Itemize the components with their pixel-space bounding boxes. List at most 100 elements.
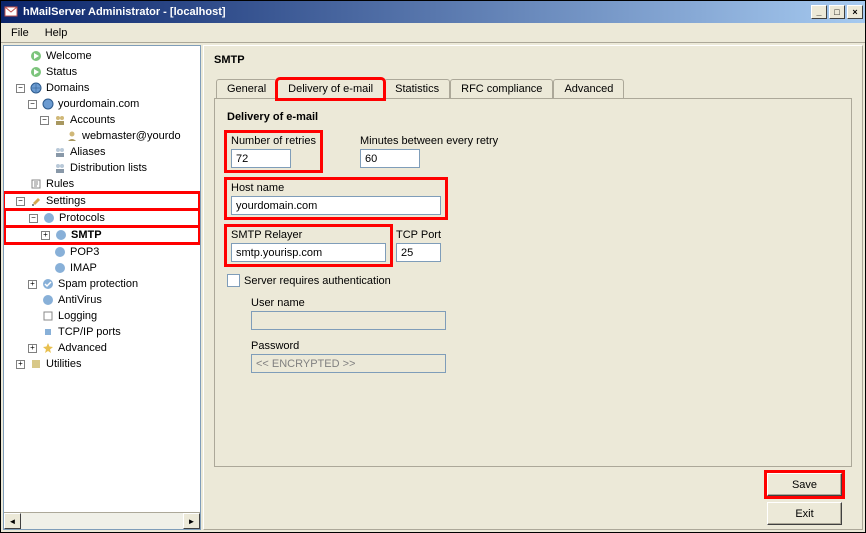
hostname-label: Host name xyxy=(231,182,441,194)
relayer-input[interactable] xyxy=(231,243,386,262)
tree-imap[interactable]: IMAP xyxy=(4,260,200,276)
hostname-input[interactable] xyxy=(231,196,441,215)
network-icon xyxy=(40,324,56,340)
expand-icon[interactable]: + xyxy=(41,231,50,240)
tree-yourdomain[interactable]: − yourdomain.com xyxy=(4,96,200,112)
utilities-icon xyxy=(28,356,44,372)
relayer-label: SMTP Relayer xyxy=(231,229,386,241)
username-input xyxy=(251,311,446,330)
tree-settings[interactable]: − Settings xyxy=(4,193,199,209)
auth-checkbox-row: Server requires authentication xyxy=(227,274,839,287)
spam-icon xyxy=(40,276,56,292)
tree-domains[interactable]: − Domains xyxy=(4,80,200,96)
tree-status[interactable]: Status xyxy=(4,64,200,80)
imap-icon xyxy=(52,260,68,276)
user-icon xyxy=(64,128,80,144)
close-button[interactable]: × xyxy=(847,5,863,19)
window-title: hMailServer Administrator - [localhost] xyxy=(23,6,811,18)
password-input xyxy=(251,354,446,373)
auth-checkbox[interactable] xyxy=(227,274,240,287)
menubar: File Help xyxy=(1,23,865,43)
tree-antivirus[interactable]: AntiVirus xyxy=(4,292,200,308)
retries-input[interactable] xyxy=(231,149,291,168)
logging-icon xyxy=(40,308,56,324)
menu-file[interactable]: File xyxy=(3,25,37,41)
status-icon xyxy=(28,64,44,80)
relayer-group: SMTP Relayer xyxy=(227,227,390,264)
arrow-right-icon xyxy=(28,48,44,64)
globe-icon xyxy=(40,96,56,112)
app-icon xyxy=(3,4,19,20)
alias-icon xyxy=(52,144,68,160)
expand-icon[interactable]: + xyxy=(28,344,37,353)
titlebar: hMailServer Administrator - [localhost] … xyxy=(1,1,865,23)
tcpport-input[interactable] xyxy=(396,243,441,262)
users-icon xyxy=(52,112,68,128)
content-area: Welcome Status − Domains − xyxy=(1,43,865,532)
protocol-icon xyxy=(41,210,57,226)
auth-label: Server requires authentication xyxy=(244,275,391,287)
retries-label: Number of retries xyxy=(231,135,316,147)
buttons-area: Save Exit xyxy=(214,473,852,525)
collapse-icon[interactable]: − xyxy=(16,197,25,206)
tab-content: Delivery of e-mail Number of retries Min… xyxy=(214,98,852,467)
tree-protocols[interactable]: − Protocols xyxy=(5,210,199,226)
nav-tree: Welcome Status − Domains − xyxy=(4,46,200,512)
tree-spam[interactable]: + Spam protection xyxy=(4,276,200,292)
rules-icon xyxy=(28,176,44,192)
collapse-icon[interactable]: − xyxy=(29,214,38,223)
tcpport-label: TCP Port xyxy=(396,229,441,241)
tab-rfc[interactable]: RFC compliance xyxy=(450,79,553,98)
expand-icon[interactable]: + xyxy=(16,360,25,369)
scroll-left-icon[interactable]: ◄ xyxy=(4,513,21,529)
minutes-group: Minutes between every retry xyxy=(356,133,502,170)
window-controls: _ □ × xyxy=(811,5,863,19)
tree-tcpip[interactable]: TCP/IP ports xyxy=(4,324,200,340)
smtp-icon xyxy=(53,227,69,243)
tree-aliases[interactable]: Aliases xyxy=(4,144,200,160)
minutes-input[interactable] xyxy=(360,149,420,168)
tab-general[interactable]: General xyxy=(216,79,277,98)
maximize-button[interactable]: □ xyxy=(829,5,845,19)
username-label: User name xyxy=(251,297,839,309)
expand-icon[interactable]: + xyxy=(28,280,37,289)
app-window: hMailServer Administrator - [localhost] … xyxy=(0,0,866,533)
settings-icon xyxy=(28,193,44,209)
collapse-icon[interactable]: − xyxy=(16,84,25,93)
save-button[interactable]: Save xyxy=(767,473,842,496)
scroll-right-icon[interactable]: ► xyxy=(183,513,200,529)
tree-welcome[interactable]: Welcome xyxy=(4,48,200,64)
collapse-icon[interactable]: − xyxy=(28,100,37,109)
list-icon xyxy=(52,160,68,176)
tcpport-group: TCP Port xyxy=(396,227,441,264)
tabs: General Delivery of e-mail Statistics RF… xyxy=(214,79,852,99)
tree-advanced[interactable]: + Advanced xyxy=(4,340,200,356)
tree-pop3[interactable]: POP3 xyxy=(4,244,200,260)
minutes-label: Minutes between every retry xyxy=(360,135,498,147)
globe-icon xyxy=(28,80,44,96)
star-icon xyxy=(40,340,56,356)
panel-title: SMTP xyxy=(214,50,852,78)
menu-help[interactable]: Help xyxy=(37,25,76,41)
tree-rules[interactable]: Rules xyxy=(4,176,200,192)
section-title: Delivery of e-mail xyxy=(227,111,839,123)
pop3-icon xyxy=(52,244,68,260)
tree-utilities[interactable]: + Utilities xyxy=(4,356,200,372)
tree-logging[interactable]: Logging xyxy=(4,308,200,324)
minimize-button[interactable]: _ xyxy=(811,5,827,19)
tab-delivery[interactable]: Delivery of e-mail xyxy=(277,79,384,99)
tree-panel: Welcome Status − Domains − xyxy=(3,45,201,530)
exit-button[interactable]: Exit xyxy=(767,502,842,525)
tree-hscrollbar[interactable]: ◄ ► xyxy=(4,512,200,529)
tree-accounts[interactable]: − Accounts xyxy=(4,112,200,128)
tree-webmaster[interactable]: webmaster@yourdo xyxy=(4,128,200,144)
tab-statistics[interactable]: Statistics xyxy=(384,79,450,98)
tree-distlists[interactable]: Distribution lists xyxy=(4,160,200,176)
tree-smtp[interactable]: + SMTP xyxy=(5,227,199,243)
retries-group: Number of retries xyxy=(227,133,320,170)
hostname-group: Host name xyxy=(227,180,445,217)
collapse-icon[interactable]: − xyxy=(40,116,49,125)
main-panel: SMTP General Delivery of e-mail Statisti… xyxy=(203,45,863,530)
tab-advanced[interactable]: Advanced xyxy=(553,79,624,98)
password-label: Password xyxy=(251,340,839,352)
